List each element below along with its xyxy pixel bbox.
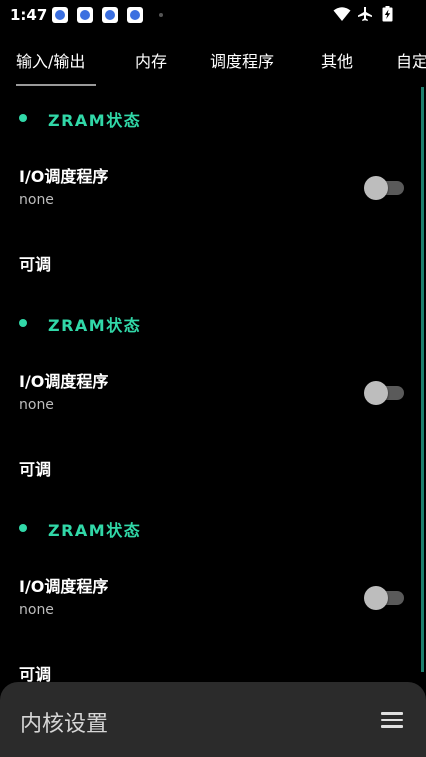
airplane-icon: [358, 7, 372, 21]
bottom-app-bar: 内核设置: [0, 682, 426, 757]
io-scheduler-title[interactable]: I/O调度程序: [19, 573, 108, 597]
io-scheduler-value: none: [19, 602, 54, 618]
io-scheduler-switch[interactable]: [364, 176, 404, 200]
section-title: ZRAM状态: [48, 316, 142, 335]
status-time: 1:47: [10, 6, 48, 24]
zram-section: ZRAM状态 I/O调度程序 none 可调: [0, 497, 420, 702]
io-scheduler-value: none: [19, 192, 54, 208]
battery-icon: [382, 6, 393, 22]
tab-custom[interactable]: 自定: [396, 48, 426, 72]
status-bar: 1:47: [0, 0, 426, 30]
section-bullet: [19, 114, 27, 122]
menu-icon[interactable]: [381, 712, 403, 728]
paw-icon: [77, 7, 93, 23]
io-scheduler-title[interactable]: I/O调度程序: [19, 368, 108, 392]
active-tab-indicator: [16, 84, 96, 86]
tab-memory[interactable]: 内存: [135, 48, 167, 72]
tunables-item[interactable]: 可调: [19, 456, 51, 480]
scrollbar[interactable]: [421, 87, 424, 672]
paw-icon: [52, 7, 68, 23]
zram-section: ZRAM状态 I/O调度程序 none 可调: [0, 87, 420, 292]
section-bullet: [19, 524, 27, 532]
zram-section: ZRAM状态 I/O调度程序 none 可调: [0, 292, 420, 497]
paw-icon: [102, 7, 118, 23]
tab-io[interactable]: 输入/输出: [16, 48, 85, 72]
io-scheduler-switch[interactable]: [364, 586, 404, 610]
more-notifications-dot: [159, 13, 163, 17]
tab-other[interactable]: 其他: [321, 48, 353, 72]
section-bullet: [19, 319, 27, 327]
io-scheduler-title[interactable]: I/O调度程序: [19, 163, 108, 187]
io-scheduler-value: none: [19, 397, 54, 413]
app-title: 内核设置: [20, 712, 109, 737]
io-scheduler-switch[interactable]: [364, 381, 404, 405]
tunables-item[interactable]: 可调: [19, 251, 51, 275]
settings-list[interactable]: ZRAM状态 I/O调度程序 none 可调 ZRAM状态 I/O调度程序 no…: [0, 87, 420, 757]
paw-icon: [127, 7, 143, 23]
section-title: ZRAM状态: [48, 521, 142, 540]
section-title: ZRAM状态: [48, 111, 142, 130]
wifi-icon: [333, 7, 351, 21]
tab-scheduler[interactable]: 调度程序: [210, 48, 274, 72]
tab-bar: 输入/输出 内存 调度程序 其他 自定: [0, 40, 426, 86]
